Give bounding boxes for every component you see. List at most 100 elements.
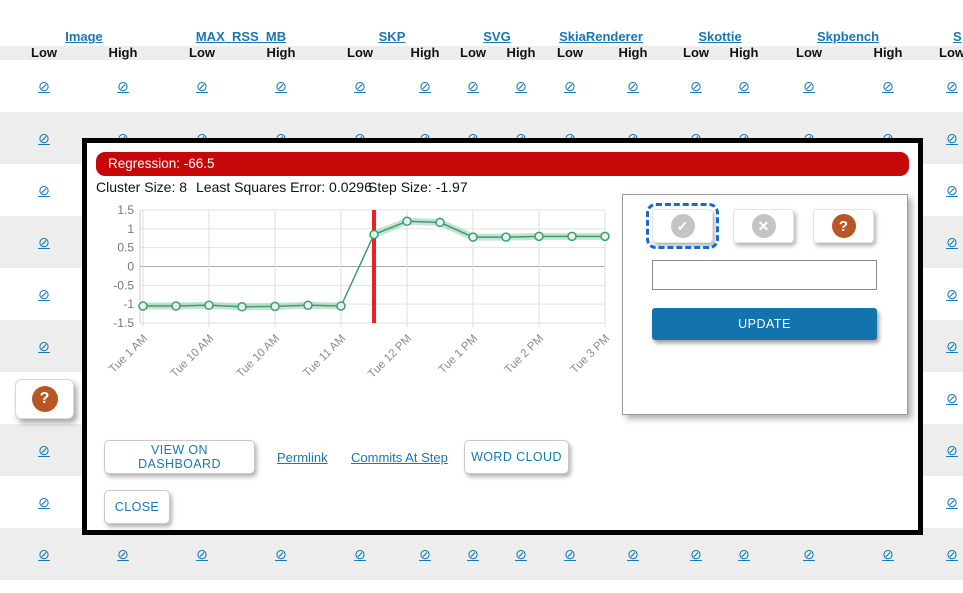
svg-text:1.5: 1.5 [117, 203, 134, 217]
triage-status-cell[interactable]: ⊘ [690, 547, 702, 561]
update-button[interactable]: UPDATE [652, 308, 877, 340]
data-point-marker [535, 232, 543, 240]
close-button[interactable]: CLOSE [104, 490, 170, 524]
column-header-skp[interactable]: SKP [379, 29, 406, 44]
triage-status-cell[interactable]: ⊘ [946, 131, 958, 145]
svg-text:-1: -1 [123, 297, 134, 311]
triage-status-cell[interactable]: ⊘ [564, 547, 576, 561]
triage-status-cell[interactable]: ⊘ [690, 79, 702, 93]
triage-status-cell[interactable]: ⊘ [38, 235, 50, 249]
triage-status-cell[interactable]: ⊘ [627, 547, 639, 561]
column-header-skiarenderer[interactable]: SkiaRenderer [559, 29, 643, 44]
column-header-svg[interactable]: SVG [483, 29, 510, 44]
subheader-low: Low [939, 46, 963, 60]
triage-status-cell[interactable]: ⊘ [467, 547, 479, 561]
triage-status-cell[interactable]: ⊘ [627, 79, 639, 93]
triage-status-cell[interactable]: ⊘ [196, 79, 208, 93]
triage-status-cell[interactable]: ⊘ [946, 183, 958, 197]
triage-panel: ✓ ✕ ? UPDATE [622, 194, 908, 415]
triage-comment-input[interactable] [652, 260, 877, 290]
data-point-marker [337, 302, 345, 310]
triage-negative-button[interactable]: ✕ [733, 209, 794, 243]
triage-status-cell[interactable]: ⊘ [882, 79, 894, 93]
triage-status-cell[interactable]: ⊘ [803, 547, 815, 561]
data-point-marker [172, 302, 180, 310]
subheader-low: Low [347, 46, 373, 60]
data-point-marker [370, 230, 378, 238]
subheader-high: High [874, 46, 903, 60]
triage-help-button[interactable]: ? [813, 209, 874, 243]
triage-status-cell[interactable]: ⊘ [117, 79, 129, 93]
table-row: ⊘ ⊘ ⊘ ⊘ ⊘ ⊘ ⊘ ⊘ ⊘ ⊘ ⊘ ⊘ ⊘ ⊘ ⊘ [0, 60, 963, 112]
triage-status-cell[interactable]: ⊘ [946, 287, 958, 301]
subheader-low: Low [683, 46, 709, 60]
subheader-high: High [619, 46, 648, 60]
triage-status-cell[interactable]: ⊘ [38, 443, 50, 457]
x-circle-icon: ✕ [752, 214, 776, 238]
commits-at-step-link[interactable]: Commits At Step [351, 450, 448, 465]
triage-status-cell[interactable]: ⊘ [196, 547, 208, 561]
column-header-image[interactable]: Image [65, 29, 103, 44]
triage-status-cell[interactable]: ⊘ [38, 287, 50, 301]
svg-text:-1.5: -1.5 [113, 316, 134, 330]
svg-text:Tue 10 AM: Tue 10 AM [235, 333, 283, 381]
column-header-skottie[interactable]: Skottie [698, 29, 741, 44]
triage-positive-button[interactable]: ✓ [652, 209, 713, 243]
word-cloud-button[interactable]: WORD CLOUD [464, 440, 569, 474]
view-on-dashboard-button[interactable]: VIEW ON DASHBOARD [104, 440, 255, 474]
triage-status-cell[interactable]: ⊘ [738, 79, 750, 93]
permlink-link[interactable]: Permlink [277, 450, 328, 465]
svg-text:0: 0 [127, 260, 134, 274]
triage-status-cell[interactable]: ⊘ [38, 547, 50, 561]
data-point-marker [304, 301, 312, 309]
triage-status-cell[interactable]: ⊘ [38, 183, 50, 197]
perf-triage-page: Image MAX_RSS_MB SKP SVG SkiaRenderer Skottie… [0, 0, 963, 593]
triage-status-cell[interactable]: ⊘ [946, 495, 958, 509]
svg-text:Tue 10 AM: Tue 10 AM [169, 333, 217, 381]
table-column-headers: Image MAX_RSS_MB SKP SVG SkiaRenderer Skottie… [0, 29, 963, 46]
data-point-marker [601, 232, 609, 240]
triage-status-cell[interactable]: ⊘ [738, 547, 750, 561]
triage-status-cell[interactable]: ⊘ [275, 547, 287, 561]
svg-text:Tue 1 PM: Tue 1 PM [437, 333, 480, 376]
triage-status-cell[interactable]: ⊘ [946, 339, 958, 353]
triage-status-cell[interactable]: ⊘ [467, 79, 479, 93]
svg-text:0.5: 0.5 [117, 241, 134, 255]
triage-status-cell[interactable]: ⊘ [419, 79, 431, 93]
triage-status-cell[interactable]: ⊘ [38, 79, 50, 93]
triage-status-cell[interactable]: ⊘ [515, 547, 527, 561]
data-point-marker [568, 232, 576, 240]
triage-status-cell[interactable]: ⊘ [515, 79, 527, 93]
question-circle-icon: ? [832, 214, 856, 238]
cluster-details-dialog: Regression: -66.5 Cluster Size: 8 Least … [82, 138, 923, 535]
subheader-high: High [109, 46, 138, 60]
subheader-low: Low [460, 46, 486, 60]
triage-status-cell[interactable]: ⊘ [803, 79, 815, 93]
triage-status-cell[interactable]: ⊘ [117, 547, 129, 561]
triage-status-cell[interactable]: ⊘ [38, 495, 50, 509]
triage-status-cell[interactable]: ⊘ [946, 443, 958, 457]
data-point-marker [238, 303, 246, 311]
triage-status-cell[interactable]: ⊘ [38, 131, 50, 145]
triage-status-cell[interactable]: ⊘ [354, 79, 366, 93]
triage-status-cell[interactable]: ⊘ [564, 79, 576, 93]
triage-status-cell[interactable]: ⊘ [946, 391, 958, 405]
triage-status-cell[interactable]: ⊘ [946, 235, 958, 249]
data-point-marker [271, 302, 279, 310]
subheader-low: Low [557, 46, 583, 60]
triage-status-cell[interactable]: ⊘ [38, 339, 50, 353]
triage-status-cell[interactable]: ⊘ [419, 547, 431, 561]
triage-status-cell[interactable]: ⊘ [275, 79, 287, 93]
triage-status-cell[interactable]: ⊘ [354, 547, 366, 561]
triage-status-cell[interactable]: ⊘ [882, 547, 894, 561]
column-header-s[interactable]: S [953, 29, 962, 44]
subheader-low: Low [31, 46, 57, 60]
triage-status-cell[interactable]: ⊘ [946, 79, 958, 93]
column-header-skpbench[interactable]: Skpbench [817, 29, 879, 44]
help-button[interactable]: ? [15, 379, 74, 419]
data-point-marker [139, 302, 147, 310]
svg-text:Tue 11 AM: Tue 11 AM [301, 333, 348, 380]
triage-status-cell[interactable]: ⊘ [946, 547, 958, 561]
data-point-marker [436, 218, 444, 226]
column-header-max_rss_mb[interactable]: MAX_RSS_MB [196, 29, 286, 44]
